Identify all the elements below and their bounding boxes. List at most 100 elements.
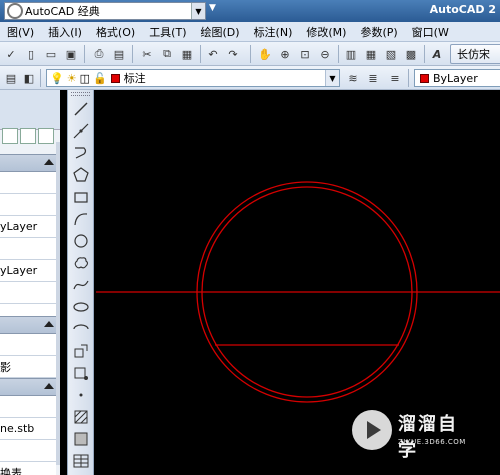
properties-icon[interactable]: ▥	[342, 45, 360, 63]
prop-row-plot-style[interactable]: ne.stb	[0, 418, 56, 440]
collapse-icon	[44, 321, 54, 327]
chevron-down-icon[interactable]: ▼	[191, 3, 205, 19]
prop-row-plot-table[interactable]: 换表	[0, 462, 56, 475]
menu-view[interactable]: 图(V)	[0, 24, 41, 40]
standard-toolbar: ✓ ▯ ▭ ▣ ⎙ ▤ ✂ ⧉ ▦ ↶ ↷ ✋ ⊕ ⊡ ⊖ ▥ ▦ ▧ ▩ A …	[0, 42, 500, 66]
layer-color-swatch	[110, 73, 120, 83]
lightbulb-icon: 💡	[50, 71, 64, 85]
workspace-combo[interactable]: AutoCAD 经典 ▼	[4, 2, 206, 20]
text-style-combo[interactable]: 长仿宋	[450, 44, 500, 64]
design-center-icon[interactable]: ▦	[362, 45, 380, 63]
arc-icon[interactable]	[72, 210, 90, 228]
freeze-icon: ◫	[79, 71, 90, 85]
properties-palette: yLayer yLayer 影 ne.stb 换表	[0, 90, 60, 475]
point-icon[interactable]	[72, 386, 90, 404]
prop-row	[0, 194, 56, 216]
print-icon[interactable]: ⎙	[90, 45, 108, 63]
title-bar: AutoCAD 经典 ▼ ▼ AutoCAD 2	[0, 0, 500, 22]
menu-bar: 图(V) 插入(I) 格式(O) 工具(T) 绘图(D) 标注(N) 修改(M)…	[0, 22, 500, 42]
undo-icon[interactable]: ↶	[204, 45, 222, 63]
prop-row	[0, 282, 56, 304]
circle-icon[interactable]	[72, 232, 90, 250]
menu-dimension[interactable]: 标注(N)	[247, 24, 300, 40]
zoom-realtime-icon[interactable]: ⊕	[276, 45, 294, 63]
toolbar-grip[interactable]	[71, 92, 90, 96]
menu-parametric[interactable]: 参数(P)	[353, 24, 404, 40]
text-style-icon[interactable]: A	[428, 45, 446, 63]
layer-state-icon[interactable]: ◧	[20, 69, 38, 87]
insert-block-icon[interactable]	[72, 342, 90, 360]
collapse-icon	[44, 383, 54, 389]
layer-manager-icon[interactable]: ▤	[2, 69, 20, 87]
ellipse-icon[interactable]	[72, 298, 90, 316]
draw-toolbar	[67, 90, 94, 475]
prop-row	[0, 440, 56, 462]
hatch-icon[interactable]	[72, 408, 90, 426]
menu-draw[interactable]: 绘图(D)	[194, 24, 247, 40]
make-block-icon[interactable]	[72, 364, 90, 382]
copy-icon[interactable]: ⧉	[158, 45, 176, 63]
ellipse-arc-icon[interactable]	[72, 320, 90, 338]
rectangle-icon[interactable]	[72, 188, 90, 206]
layer-iso-icon[interactable]: ≡	[386, 69, 404, 87]
menu-insert[interactable]: 插入(I)	[41, 24, 89, 40]
text-style-value: 长仿宋	[457, 48, 490, 61]
line-tool-icon[interactable]	[72, 100, 90, 118]
chevron-down-icon[interactable]: ▼	[325, 70, 339, 86]
table-icon[interactable]	[72, 452, 90, 470]
polygon-icon[interactable]	[72, 166, 90, 184]
preview-icon[interactable]: ▤	[110, 45, 128, 63]
lock-icon: 🔓	[92, 71, 107, 85]
watermark-brand: 溜溜自学	[398, 414, 458, 461]
select-objects-icon[interactable]	[20, 128, 36, 144]
construction-line-icon[interactable]	[72, 122, 90, 140]
check-icon[interactable]: ✓	[2, 45, 20, 63]
quick-select-icon[interactable]	[38, 128, 54, 144]
redo-icon[interactable]: ↷	[224, 45, 242, 63]
gear-icon	[7, 3, 23, 19]
make-current-layer-icon[interactable]: ≋	[344, 69, 362, 87]
cut-icon[interactable]: ✂	[138, 45, 156, 63]
play-icon	[352, 410, 392, 450]
zoom-window-icon[interactable]: ⊡	[296, 45, 314, 63]
workspace-label: AutoCAD 经典	[25, 5, 100, 18]
menu-modify[interactable]: 修改(M)	[299, 24, 353, 40]
menu-tools[interactable]: 工具(T)	[142, 24, 193, 40]
gradient-icon[interactable]	[72, 430, 90, 448]
prop-row-layer[interactable]: yLayer	[0, 260, 56, 282]
chevron-down-icon[interactable]: ▼	[209, 3, 221, 19]
menu-format[interactable]: 格式(O)	[89, 24, 142, 40]
section-general-header[interactable]	[0, 154, 60, 172]
toggle-pickadd-icon[interactable]	[2, 128, 18, 144]
section-3d-header[interactable]	[0, 316, 60, 334]
prop-row	[0, 396, 56, 418]
drawing-area[interactable]: 溜溜自学 ZIXUE.3D66.COM	[96, 90, 500, 475]
palette-scrollbar[interactable]	[56, 142, 60, 465]
menu-window[interactable]: 窗口(W	[405, 24, 456, 40]
polyline-icon[interactable]	[72, 144, 90, 162]
collapse-icon	[44, 159, 54, 165]
spline-icon[interactable]	[72, 276, 90, 294]
layer-combo[interactable]: 💡 ☀ ◫ 🔓 标注 ▼	[46, 69, 340, 87]
zoom-previous-icon[interactable]: ⊖	[316, 45, 334, 63]
paste-icon[interactable]: ▦	[178, 45, 196, 63]
tool-palettes-icon[interactable]: ▧	[382, 45, 400, 63]
calculator-icon[interactable]: ▩	[402, 45, 420, 63]
layer-previous-icon[interactable]: ≣	[364, 69, 382, 87]
sun-icon: ☀	[66, 71, 77, 85]
prop-row-shadow[interactable]: 影	[0, 356, 56, 378]
prop-row-color[interactable]: yLayer	[0, 216, 56, 238]
pan-icon[interactable]: ✋	[256, 45, 274, 63]
color-swatch	[420, 73, 429, 83]
watermark-url: ZIXUE.3D66.COM	[398, 438, 466, 446]
app-title: AutoCAD 2	[429, 3, 496, 16]
section-plot-header[interactable]	[0, 378, 60, 396]
prop-row	[0, 172, 56, 194]
color-combo[interactable]: ByLayer	[414, 69, 500, 87]
prop-row	[0, 238, 56, 260]
new-file-icon[interactable]: ▯	[22, 45, 40, 63]
open-file-icon[interactable]: ▭	[42, 45, 60, 63]
save-icon[interactable]: ▣	[62, 45, 80, 63]
revision-cloud-icon[interactable]	[72, 254, 90, 272]
color-value: ByLayer	[433, 71, 478, 85]
